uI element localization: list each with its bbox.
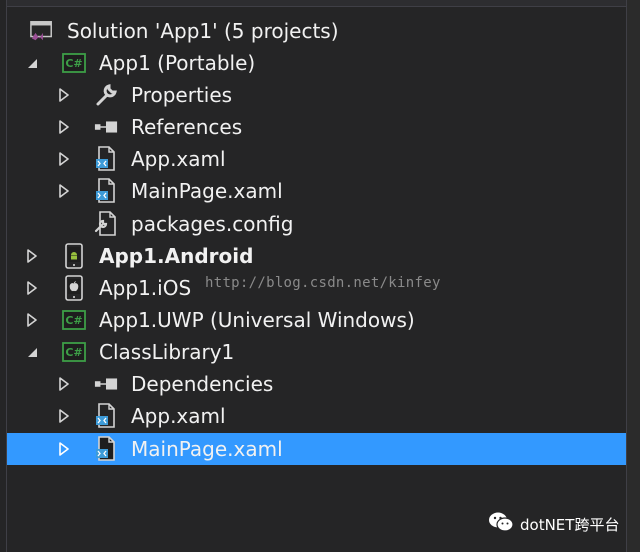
wrench-icon	[94, 83, 118, 107]
tree-item-app-xaml[interactable]: App.xaml	[7, 143, 626, 175]
ios-project-icon	[62, 275, 86, 301]
tree-item-app1-android[interactable]: App1.Android	[7, 240, 626, 272]
collapse-arrow-icon[interactable]	[57, 152, 71, 166]
tree-item-mainpage-xaml[interactable]: MainPage.xaml	[7, 433, 626, 465]
solution-explorer-panel: Solution 'App1' (5 projects) C# App1 (Port…	[0, 0, 640, 552]
tree-item-dependencies[interactable]: Dependencies	[7, 368, 626, 400]
tree-item-solution-app1-5-projects[interactable]: Solution 'App1' (5 projects)	[7, 15, 626, 47]
tree-item-label: packages.config	[131, 212, 294, 236]
collapse-arrow-icon[interactable]	[57, 409, 71, 423]
vertical-scrollbar[interactable]	[627, 0, 640, 552]
tree-item-app-xaml[interactable]: App.xaml	[7, 400, 626, 432]
config-file-icon	[94, 211, 118, 236]
tree-item-label: Solution 'App1' (5 projects)	[67, 19, 339, 43]
collapse-arrow-icon[interactable]	[25, 313, 39, 327]
tree-item-label: App.xaml	[131, 147, 226, 171]
xaml-file-icon	[94, 403, 118, 428]
collapse-arrow-icon[interactable]	[25, 281, 39, 295]
tree-item-packages-config[interactable]: packages.config	[7, 208, 626, 240]
xaml-file-icon	[94, 146, 118, 171]
collapse-arrow-icon[interactable]	[57, 88, 71, 102]
tree-item-mainpage-xaml[interactable]: MainPage.xaml	[7, 175, 626, 207]
watermark-text: http://blog.csdn.net/kinfey	[205, 275, 441, 291]
collapse-arrow-icon[interactable]	[57, 442, 71, 456]
expand-arrow-icon[interactable]	[25, 345, 39, 359]
tree-item-app1-uwp-universal-windows[interactable]: C# App1.UWP (Universal Windows)	[7, 304, 626, 336]
tree-item-label: MainPage.xaml	[131, 179, 283, 203]
csharp-project-icon: C#	[62, 340, 86, 364]
references-icon	[94, 372, 118, 396]
tree-item-label: App1.iOS	[99, 276, 192, 300]
wechat-badge: dotNET跨平台	[488, 512, 619, 536]
expand-arrow-icon[interactable]	[25, 56, 39, 70]
wechat-icon	[488, 511, 514, 537]
svg-text:C#: C#	[65, 314, 82, 327]
csharp-project-icon: C#	[62, 308, 86, 332]
tree-item-label: References	[131, 115, 243, 139]
tree-item-app1-portable[interactable]: C# App1 (Portable)	[7, 47, 626, 79]
svg-text:C#: C#	[65, 57, 82, 70]
xaml-file-icon	[94, 436, 118, 461]
tree-item-label: Dependencies	[131, 372, 274, 396]
tree-item-label: App.xaml	[131, 404, 226, 428]
tree-item-label: App1 (Portable)	[99, 51, 256, 75]
tree-item-label: App1.Android	[99, 244, 254, 268]
xaml-file-icon	[94, 178, 118, 203]
tree-item-references[interactable]: References	[7, 111, 626, 143]
tree-item-properties[interactable]: Properties	[7, 79, 626, 111]
collapse-arrow-icon[interactable]	[57, 120, 71, 134]
csharp-project-icon: C#	[62, 51, 86, 75]
tree-item-label: Properties	[131, 83, 233, 107]
tree-item-label: App1.UWP (Universal Windows)	[99, 308, 415, 332]
collapse-arrow-icon[interactable]	[25, 249, 39, 263]
wechat-account-name: dotNET跨平台	[520, 515, 620, 534]
svg-text:C#: C#	[65, 346, 82, 359]
tree-item-label: MainPage.xaml	[131, 437, 283, 461]
tree-item-label: ClassLibrary1	[99, 340, 235, 364]
references-icon	[94, 115, 118, 139]
tree-item-classlibrary1[interactable]: C# ClassLibrary1	[7, 336, 626, 368]
vs-solution-icon	[30, 19, 54, 43]
collapse-arrow-icon[interactable]	[57, 377, 71, 391]
panel-top-border	[6, 0, 627, 7]
collapse-arrow-icon[interactable]	[57, 184, 71, 198]
android-project-icon	[62, 243, 86, 269]
